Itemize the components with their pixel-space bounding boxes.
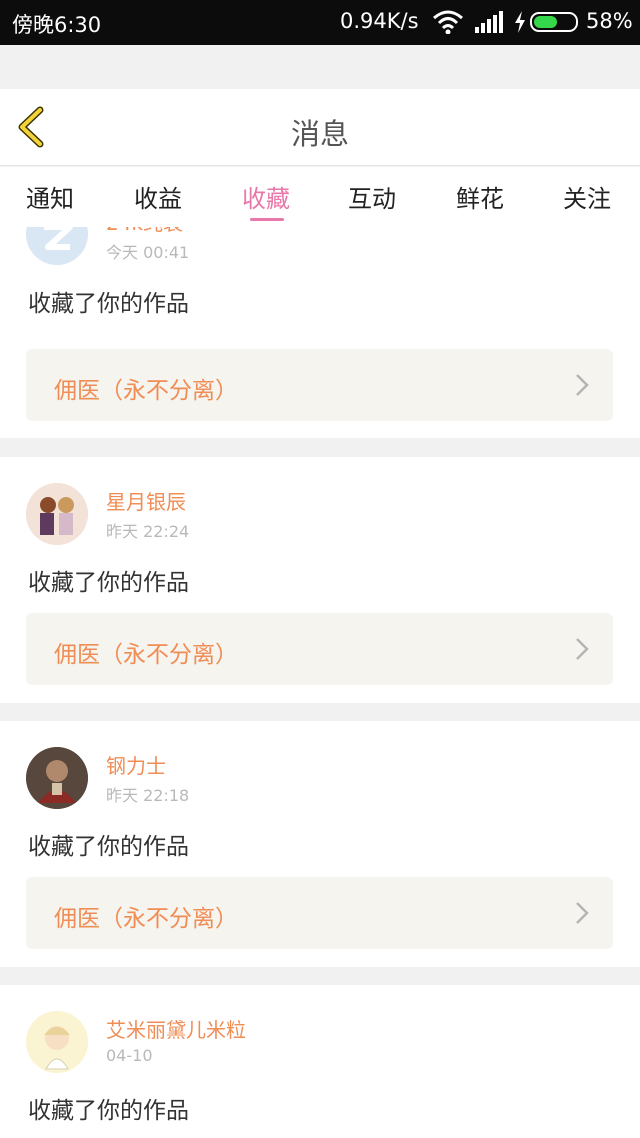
- page-title: 消息: [290, 117, 349, 151]
- action-text: 收藏了你的作品: [28, 1098, 189, 1124]
- post-time: 04-10: [106, 1046, 153, 1065]
- avatar[interactable]: [26, 227, 88, 265]
- user-name[interactable]: 24k纯衰: [106, 227, 183, 236]
- chevron-right-icon: [576, 638, 589, 660]
- work-link[interactable]: 佣医（永不分离）: [26, 877, 613, 949]
- list-item: 星月银辰 昨天 22:24 收藏了你的作品 佣医（永不分离）: [0, 457, 640, 703]
- list-item: 艾米丽黛儿米粒 04-10 收藏了你的作品: [0, 985, 640, 1138]
- charging-bolt-icon: [515, 11, 525, 33]
- avatar[interactable]: [26, 483, 88, 545]
- anime-avatar-image: [26, 483, 88, 545]
- status-bar: 傍晚6:30 0.94K/s 58%: [0, 0, 640, 45]
- battery-percent: 58%: [586, 9, 633, 33]
- tab-following[interactable]: 关注: [563, 179, 611, 214]
- network-speed: 0.94K/s: [340, 9, 419, 33]
- avatar[interactable]: [26, 747, 88, 809]
- list-item: 钢力士 昨天 22:18 收藏了你的作品 佣医（永不分离）: [0, 721, 640, 967]
- user-name[interactable]: 钢力士: [106, 750, 166, 779]
- user-name[interactable]: 艾米丽黛儿米粒: [106, 1014, 246, 1043]
- qq-zone-logo: [26, 227, 88, 265]
- battery-icon: [530, 12, 578, 32]
- message-list[interactable]: 24k纯衰 今天 00:41 收藏了你的作品 佣医（永不分离） 星月银辰 昨天 …: [0, 227, 640, 1138]
- work-title: 佣医（永不分离）: [54, 642, 238, 668]
- status-time: 傍晚6:30: [12, 13, 102, 37]
- signal-icon: [475, 11, 503, 33]
- tab-earnings[interactable]: 收益: [134, 179, 182, 214]
- tab-bar: 通知 收益 收藏 互动 鲜花 关注: [0, 167, 640, 227]
- post-time: 今天 00:41: [106, 243, 190, 262]
- active-tab-indicator: [250, 218, 284, 221]
- tab-interactions[interactable]: 互动: [348, 179, 396, 214]
- hero-avatar-image: [26, 747, 88, 809]
- chevron-right-icon: [576, 902, 589, 924]
- work-link[interactable]: 佣医（永不分离）: [26, 349, 613, 421]
- post-time: 昨天 22:24: [106, 522, 190, 541]
- chevron-right-icon: [576, 374, 589, 396]
- work-title: 佣医（永不分离）: [54, 906, 238, 932]
- battery-level: [534, 16, 558, 28]
- tab-flowers[interactable]: 鲜花: [456, 179, 504, 214]
- post-time: 昨天 22:18: [106, 786, 190, 805]
- action-text: 收藏了你的作品: [28, 834, 189, 860]
- work-title: 佣医（永不分离）: [54, 378, 238, 404]
- avatar[interactable]: [26, 1011, 88, 1073]
- chibi-avatar-image: [26, 1011, 88, 1073]
- action-text: 收藏了你的作品: [28, 570, 189, 596]
- wifi-icon: [433, 10, 463, 34]
- action-text: 收藏了你的作品: [28, 291, 189, 317]
- work-link[interactable]: 佣医（永不分离）: [26, 613, 613, 685]
- list-item: 24k纯衰 今天 00:41 收藏了你的作品 佣医（永不分离）: [0, 227, 640, 438]
- user-name[interactable]: 星月银辰: [106, 486, 186, 515]
- header-bar: 消息: [0, 89, 640, 166]
- tab-notifications[interactable]: 通知: [26, 179, 74, 214]
- tab-favorites[interactable]: 收藏: [242, 179, 290, 214]
